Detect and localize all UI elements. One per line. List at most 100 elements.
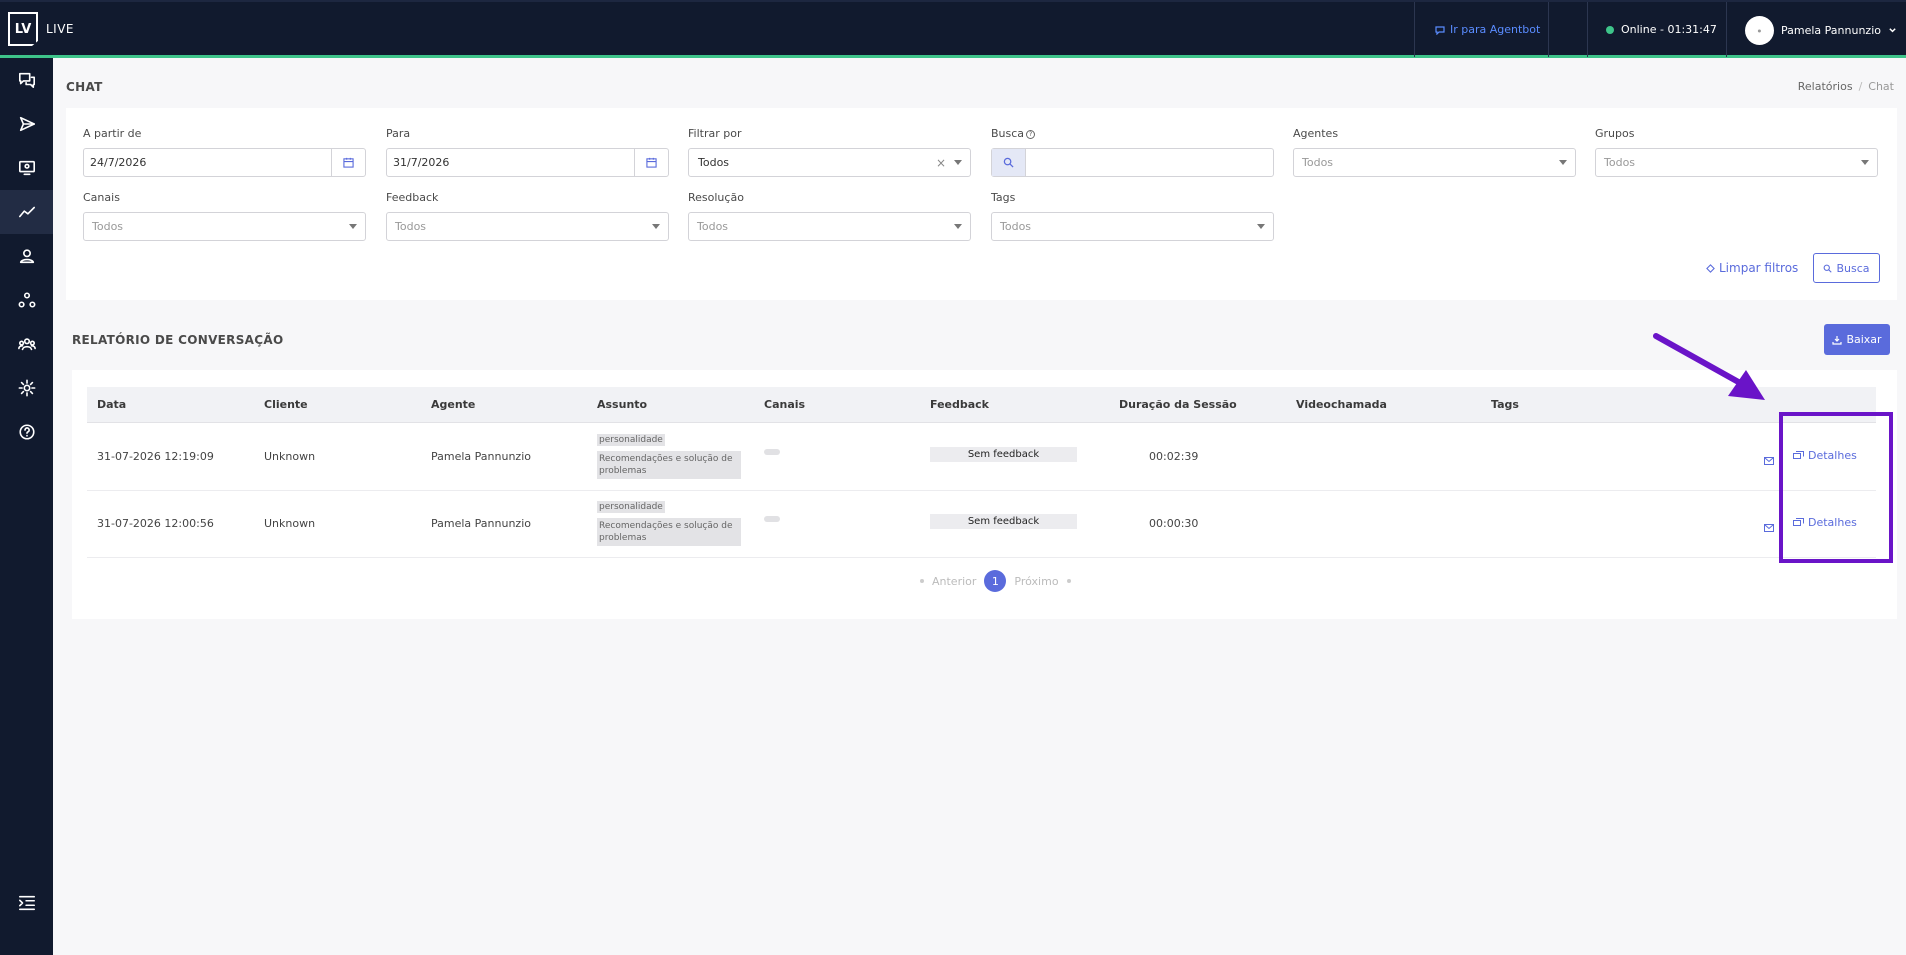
search-icon (992, 149, 1026, 176)
groups-placeholder: Todos (1604, 156, 1636, 169)
search-icon (1824, 264, 1833, 273)
filter-by-field: Filtrar por Todos × (688, 127, 971, 177)
agentbot-link[interactable]: Ir para Agentbot (1435, 23, 1540, 36)
feedback-select[interactable]: Todos (386, 212, 669, 241)
tags-placeholder: Todos (1000, 220, 1032, 233)
table-row: 31-07-2026 12:00:56 Unknown Pamela Pannu… (87, 491, 1876, 558)
feedback-placeholder: Todos (395, 220, 427, 233)
agents-label: Agentes (1293, 127, 1339, 140)
search-button[interactable]: Busca (1813, 253, 1880, 283)
sidebar-item-help[interactable] (0, 410, 53, 454)
from-date-field: A partir de 24/7/2026 (83, 127, 366, 177)
chevron-down-icon (1889, 28, 1896, 33)
groups-select[interactable]: Todos (1595, 148, 1878, 177)
pagination: Anterior 1 Próximo (920, 570, 1071, 592)
online-status[interactable]: Online - 01:31:47 (1606, 23, 1717, 36)
agents-placeholder: Todos (1302, 156, 1334, 169)
filter-by-select[interactable]: Todos × (688, 148, 971, 177)
breadcrumb-separator: / (1858, 80, 1863, 93)
column-header[interactable]: Duração da Sessão (1119, 398, 1237, 411)
column-header[interactable]: Agente (431, 398, 475, 411)
from-date-calendar-button[interactable] (331, 149, 365, 176)
chevron-down-icon (954, 160, 962, 165)
column-header[interactable]: Assunto (597, 398, 647, 411)
tags-select[interactable]: Todos (991, 212, 1274, 241)
clear-filters-button[interactable]: Limpar filtros (1706, 261, 1798, 275)
resolution-select[interactable]: Todos (688, 212, 971, 241)
to-date-input[interactable]: 31/7/2026 (386, 148, 669, 177)
client-cell: Unknown (264, 450, 316, 463)
user-menu[interactable]: ● Pamela Pannunzio (1745, 16, 1897, 45)
filter-panel: A partir de 24/7/2026 Para 31/7/2026 Fil… (66, 108, 1897, 300)
chevron-down-icon (1559, 160, 1567, 165)
tags-field: Tags Todos (991, 191, 1274, 241)
user-name: Pamela Pannunzio (1781, 24, 1881, 37)
search-label: Busca? (991, 127, 1274, 140)
column-header[interactable]: Videochamada (1296, 398, 1387, 411)
sidebar-item-reports[interactable] (0, 190, 53, 234)
sidebar-collapse-button[interactable] (0, 881, 53, 925)
filter-by-value: Todos (698, 156, 730, 169)
agents-select[interactable]: Todos (1293, 148, 1576, 177)
to-date-field: Para 31/7/2026 (386, 127, 669, 177)
column-header[interactable]: Feedback (930, 398, 989, 411)
online-status-label: Online - 01:31:47 (1621, 23, 1717, 36)
download-button-label: Baixar (1846, 333, 1882, 346)
channel-badge (764, 516, 780, 522)
download-button[interactable]: Baixar (1824, 324, 1890, 355)
email-button[interactable] (1764, 450, 1774, 469)
duration-cell: 00:00:30 (1149, 517, 1199, 530)
pagination-prev[interactable]: Anterior (932, 575, 976, 588)
pagination-dot (920, 579, 924, 583)
sidebar-item-monitor[interactable] (0, 146, 53, 190)
chevron-down-icon (954, 224, 962, 229)
help-icon (18, 424, 35, 440)
from-date-value: 24/7/2026 (90, 156, 147, 169)
breadcrumb-reports[interactable]: Relatórios (1798, 80, 1853, 93)
brand[interactable]: LV LIVE (8, 12, 74, 46)
agent-cell: Pamela Pannunzio (431, 517, 531, 530)
column-header[interactable]: Tags (1491, 398, 1519, 411)
search-input[interactable] (991, 148, 1274, 177)
table-row: 31-07-2026 12:19:09 Unknown Pamela Pannu… (87, 424, 1876, 491)
chevron-down-icon (652, 224, 660, 229)
top-bar: LV LIVE Ir para Agentbot Online - 01:31:… (0, 0, 1906, 58)
sidebar-item-send[interactable] (0, 102, 53, 146)
status-dot-icon (1606, 25, 1614, 34)
email-button[interactable] (1764, 517, 1774, 536)
monitor-icon (18, 160, 35, 176)
sidebar-item-teams[interactable] (0, 322, 53, 366)
team-icon (17, 338, 36, 351)
column-header[interactable]: Data (97, 398, 126, 411)
clear-icon[interactable]: × (936, 156, 946, 170)
column-header[interactable]: Cliente (264, 398, 308, 411)
help-icon[interactable]: ? (1026, 129, 1036, 139)
mail-icon (1764, 524, 1774, 532)
to-date-calendar-button[interactable] (634, 149, 668, 176)
from-date-input[interactable]: 24/7/2026 (83, 148, 366, 177)
from-date-label: A partir de (83, 127, 142, 140)
pagination-current-page[interactable]: 1 (984, 570, 1007, 592)
brand-logo: LV (8, 12, 38, 46)
column-header[interactable]: Canais (764, 398, 805, 411)
table-header: Data Cliente Agente Assunto Canais Feedb… (87, 387, 1876, 423)
sidebar-item-integrations[interactable] (0, 278, 53, 322)
brand-name: LIVE (46, 22, 75, 36)
sidebar-item-chat[interactable] (0, 58, 53, 102)
chevron-down-icon (1257, 224, 1265, 229)
channels-label: Canais (83, 191, 120, 204)
collapse-menu-icon (18, 895, 35, 911)
feedback-field: Feedback Todos (386, 191, 669, 241)
client-cell: Unknown (264, 517, 316, 530)
pagination-next[interactable]: Próximo (1014, 575, 1058, 588)
groups-field: Grupos Todos (1595, 127, 1878, 177)
channel-badge (764, 449, 780, 455)
bot-icon (1435, 25, 1445, 35)
topbar-divider (1587, 2, 1588, 57)
sidebar-item-settings[interactable] (0, 366, 53, 410)
sidebar-item-contacts[interactable] (0, 234, 53, 278)
channels-select[interactable]: Todos (83, 212, 366, 241)
chart-icon (18, 206, 35, 218)
clear-filters-label: Limpar filtros (1719, 261, 1799, 275)
agent-cell: Pamela Pannunzio (431, 450, 531, 463)
